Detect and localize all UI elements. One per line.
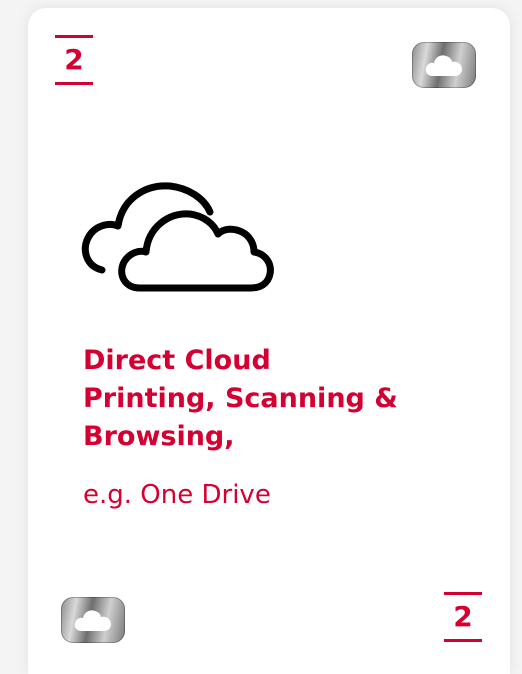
cloud-chip-bottom — [61, 597, 125, 643]
cloud-icon — [81, 182, 274, 292]
cloud-icon — [425, 55, 462, 76]
card-number-top: 2 — [55, 35, 93, 85]
feature-card[interactable]: 2 Direct Cloud Printing, Scanning & Brow… — [28, 8, 510, 674]
feature-title-line-1: Direct Cloud — [83, 345, 271, 376]
card-number-bottom-value: 2 — [453, 600, 473, 633]
number-bar-bottom — [55, 82, 93, 85]
cloud-icon — [74, 610, 111, 631]
number-bar-bottom — [444, 639, 482, 642]
card-number-bottom: 2 — [444, 592, 482, 642]
cloud-chip-top — [412, 42, 476, 88]
feature-title-line-2: Printing, Scanning & — [83, 383, 398, 414]
card-number-top-value: 2 — [64, 43, 84, 76]
feature-title-line-3: Browsing, — [83, 421, 235, 452]
feature-subtitle: e.g. One Drive — [83, 480, 271, 510]
feature-title: Direct Cloud Printing, Scanning & Browsi… — [83, 342, 483, 456]
